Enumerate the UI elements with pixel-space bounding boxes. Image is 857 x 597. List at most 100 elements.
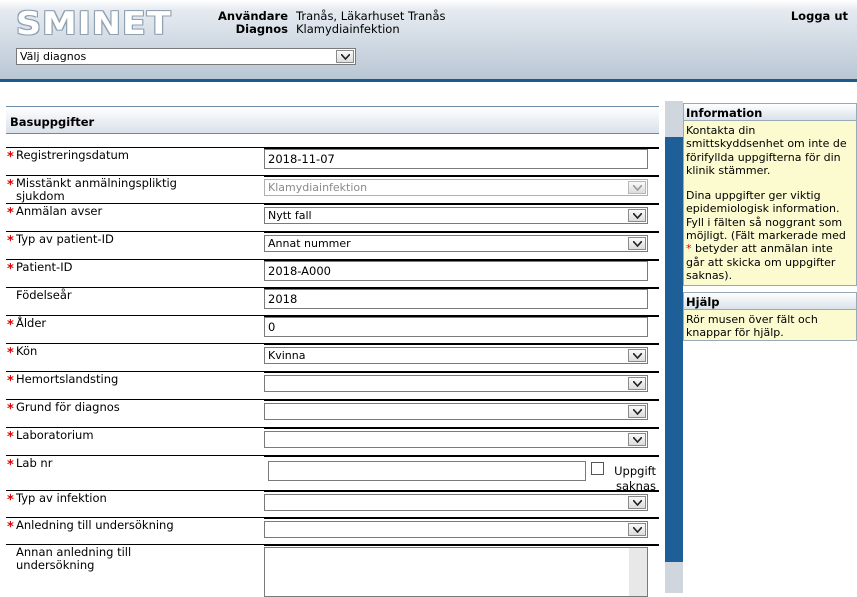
gender-value: Kvinna [268,349,306,362]
row-divider [264,400,659,401]
info-panel-title: Information [684,104,856,121]
age-input[interactable]: 0 [264,317,648,337]
help-panel-text: Rör musen över fält och knappar för hjäl… [686,313,818,340]
info-text-1: Kontakta din smittskyddsenhet om inte de… [686,124,847,177]
help-panel: Hjälp Rör musen över fält och knappar fö… [683,292,857,341]
gender-label: Kön [16,344,38,358]
exam-reason-label: Anledning till undersökning [16,518,174,532]
info-panel: Information Kontakta din smittskyddsenhe… [683,103,857,286]
logout-link[interactable]: Logga ut [791,9,848,23]
exam-reason-select[interactable] [264,521,648,538]
missing-data-checkbox[interactable] [591,462,604,475]
chevron-down-icon[interactable] [336,50,354,63]
app-header: SMINET Användare Tranås, Läkarhuset Tran… [0,0,857,82]
suspected-disease-value: Klamydiainfektion [268,181,368,194]
chevron-down-icon[interactable] [628,523,646,536]
row-diagnosis-basis: * Grund för diagnos [6,399,659,427]
row-divider [264,428,659,429]
chevron-down-icon[interactable] [628,237,646,250]
diagnosis-select-value: Välj diagnos [20,50,87,63]
required-marker: * [7,262,14,277]
gender-select[interactable]: Kvinna [264,347,648,364]
required-marker: * [7,346,14,361]
diagnosis-label: Diagnos [235,22,288,36]
header-divider [0,79,857,82]
laboratory-select[interactable] [264,431,648,448]
chevron-down-icon[interactable] [628,209,646,222]
registration-date-input[interactable]: 2018-11-07 [264,149,648,169]
required-marker: * [7,150,14,165]
row-infection-type: * Typ av infektion [6,490,659,517]
required-marker: * [7,458,14,473]
chevron-down-icon[interactable] [628,377,646,390]
row-home-county: * Hemortslandsting [6,371,659,399]
row-report-concerns: * Anmälan avser Nytt fall [6,203,659,231]
diagnosis-basis-select[interactable] [264,403,648,420]
info-text-2a: Dina uppgifter ger viktig epidemiologisk… [686,189,846,243]
chevron-down-icon[interactable] [628,405,646,418]
row-lab-nr: * Lab nr Uppgift saknas [6,455,659,493]
row-suspected-disease: * Misstänkt anmälningspliktig sjukdom Kl… [6,175,659,203]
chevron-down-icon [628,181,646,194]
row-divider [264,232,659,233]
infection-type-select[interactable] [264,494,648,511]
suspected-disease-select: Klamydiainfektion [264,179,648,196]
patient-id-type-select[interactable]: Annat nummer [264,235,648,252]
suspected-disease-label: Misstänkt anmälningspliktig sjukdom [16,176,177,203]
textarea-scrollbar[interactable] [629,548,647,596]
required-marker: * [7,520,14,535]
chevron-down-icon[interactable] [628,349,646,362]
patient-id-type-value: Annat nummer [268,237,351,250]
side-accent-bar-top [665,101,683,137]
row-other-exam-reason: Annan anledning till undersökning [6,544,659,597]
info-text-2b: betyder att anmälan inte går att skicka … [686,242,836,282]
other-exam-reason-label: Annan anledning till undersökning [16,545,132,572]
report-concerns-select[interactable]: Nytt fall [264,207,648,224]
row-divider [264,545,659,546]
required-marker: * [7,402,14,417]
sminet-logo: SMINET [16,6,172,42]
other-exam-reason-textarea[interactable] [264,547,648,597]
chevron-down-icon[interactable] [628,433,646,446]
patient-id-label: Patient-ID [16,260,73,274]
row-patient-id: * Patient-ID 2018-A000 [6,259,659,287]
row-patient-id-type: * Typ av patient-ID Annat nummer [6,231,659,259]
diagnosis-select[interactable]: Välj diagnos [16,48,356,65]
report-concerns-value: Nytt fall [268,209,312,222]
help-panel-title: Hjälp [684,293,856,310]
birth-year-label: Födelseår [16,288,72,302]
row-birth-year: Födelseår 2018 [6,287,659,315]
required-marker: * [7,430,14,445]
row-divider [264,344,659,345]
patient-id-type-label: Typ av patient-ID [16,232,114,246]
age-label: Ålder [16,316,47,330]
required-marker: * [7,206,14,221]
basic-info-form: Basuppgifter * Registreringsdatum 2018-1… [6,106,659,597]
lab-nr-input[interactable] [268,461,586,481]
required-marker: * [7,374,14,389]
chevron-down-icon[interactable] [628,496,646,509]
report-concerns-label: Anmälan avser [16,204,103,218]
registration-date-label: Registreringsdatum [16,148,129,162]
birth-year-input[interactable]: 2018 [264,289,648,309]
row-divider [264,518,659,519]
user-value: Tranås, Läkarhuset Tranås [296,9,446,23]
diagnosis-basis-label: Grund för diagnos [16,400,120,414]
home-county-select[interactable] [264,375,648,392]
required-marker: * [7,234,14,249]
row-divider [264,491,659,492]
required-marker: * [7,493,14,508]
row-registration-date: * Registreringsdatum 2018-11-07 [6,147,659,175]
row-divider [264,204,659,205]
row-gender: * Kön Kvinna [6,343,659,371]
side-accent-bar [665,101,683,593]
row-exam-reason: * Anledning till undersökning [6,517,659,544]
row-laboratory: * Laboratorium [6,427,659,455]
side-accent-bar-bottom [665,562,683,593]
row-divider [264,456,659,457]
required-marker: * [7,318,14,333]
info-panel-text: Kontakta din smittskyddsenhet om inte de… [684,121,856,282]
required-marker: * [7,178,14,193]
patient-id-input[interactable]: 2018-A000 [264,261,648,281]
lab-nr-label: Lab nr [16,456,53,470]
